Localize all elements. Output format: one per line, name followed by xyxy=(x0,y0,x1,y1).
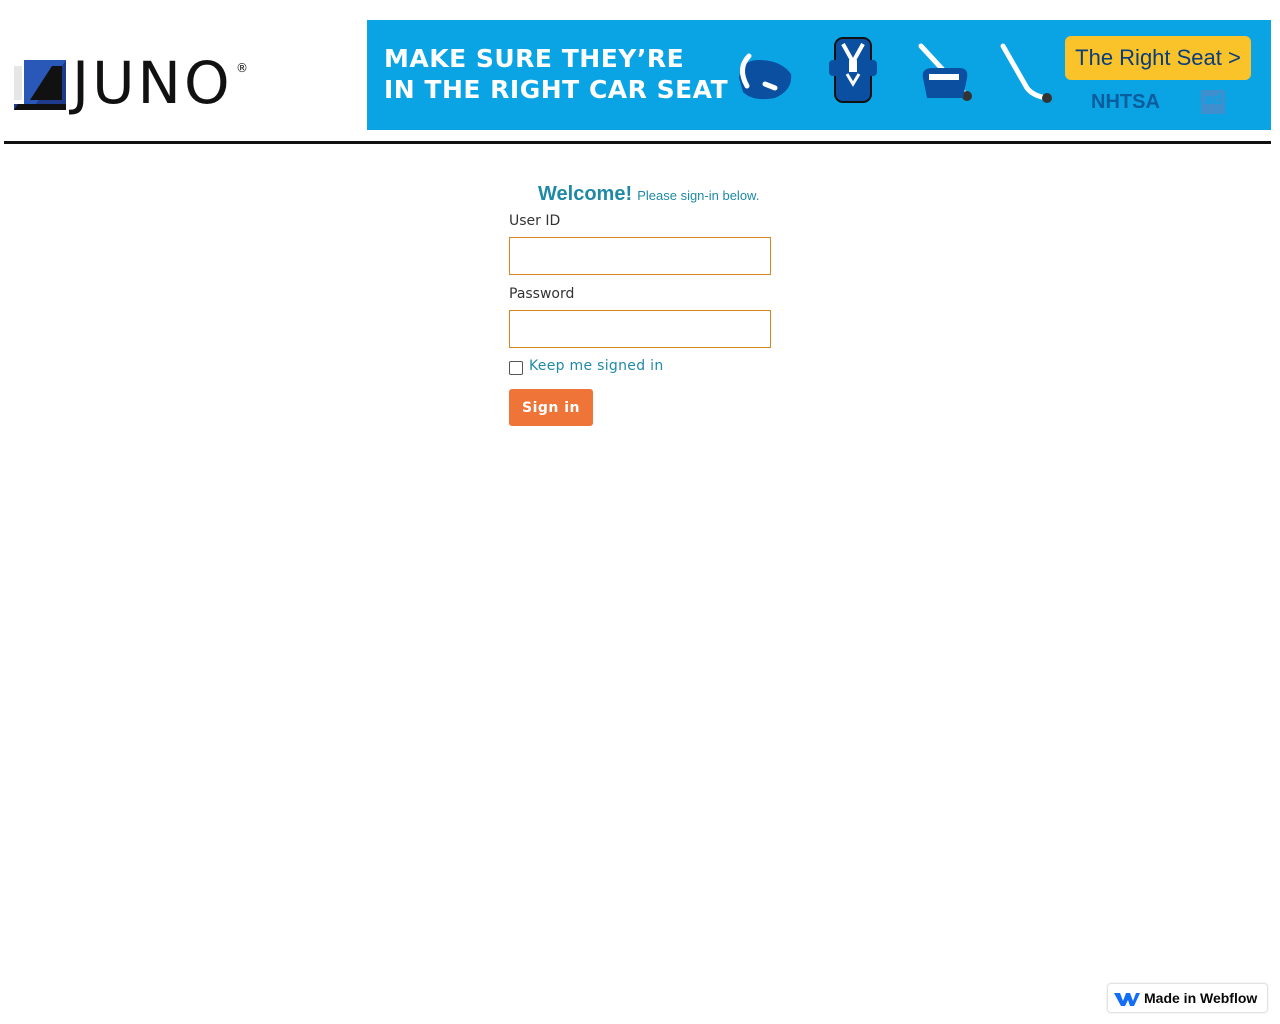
banner-headline: MAKE SURE THEY’RE IN THE RIGHT CAR SEAT xyxy=(384,43,728,105)
seat-belt-icon xyxy=(1000,43,1052,103)
password-input[interactable] xyxy=(509,310,771,348)
juno-logo[interactable]: JUNO ® xyxy=(14,50,248,116)
harness-seat-icon xyxy=(829,37,877,103)
header-divider xyxy=(4,141,1271,144)
registered-mark: ® xyxy=(236,61,248,75)
nhtsa-logo: NHTSA xyxy=(1091,91,1160,113)
webflow-badge-label: Made in Webflow xyxy=(1144,990,1258,1006)
user-id-input[interactable] xyxy=(509,237,771,275)
password-label: Password xyxy=(509,286,575,302)
made-in-webflow-badge[interactable]: Made in Webflow xyxy=(1107,983,1268,1013)
booster-seat-icon xyxy=(918,43,972,101)
site-header: JUNO ® MAKE SURE THEY’RE IN THE RIGHT CA… xyxy=(0,0,1280,146)
right-seat-cta-button[interactable]: The Right Seat > xyxy=(1065,36,1251,80)
keep-signed-in-label[interactable]: Keep me signed in xyxy=(529,358,664,374)
webflow-logo-icon xyxy=(1114,993,1140,1006)
juno-logo-mark-icon xyxy=(14,60,66,110)
welcome-title: Welcome! xyxy=(538,183,633,205)
welcome-subtitle: Please sign-in below. xyxy=(637,188,760,203)
banner-headline-line1: MAKE SURE THEY’RE xyxy=(384,44,685,73)
car-seat-ad-banner[interactable]: MAKE SURE THEY’RE IN THE RIGHT CAR SEAT xyxy=(367,20,1271,130)
infant-seat-icon xyxy=(739,53,792,100)
keep-signed-in-checkbox[interactable] xyxy=(509,361,523,375)
banner-headline-line2: IN THE RIGHT CAR SEAT xyxy=(384,75,729,104)
ad-council-logo: ad xyxy=(1201,90,1225,114)
welcome-heading: Welcome! Please sign-in below. xyxy=(538,183,759,206)
logo-wordmark: JUNO xyxy=(72,49,233,117)
sign-in-button[interactable]: Sign in xyxy=(509,389,593,426)
user-id-label: User ID xyxy=(509,213,561,229)
